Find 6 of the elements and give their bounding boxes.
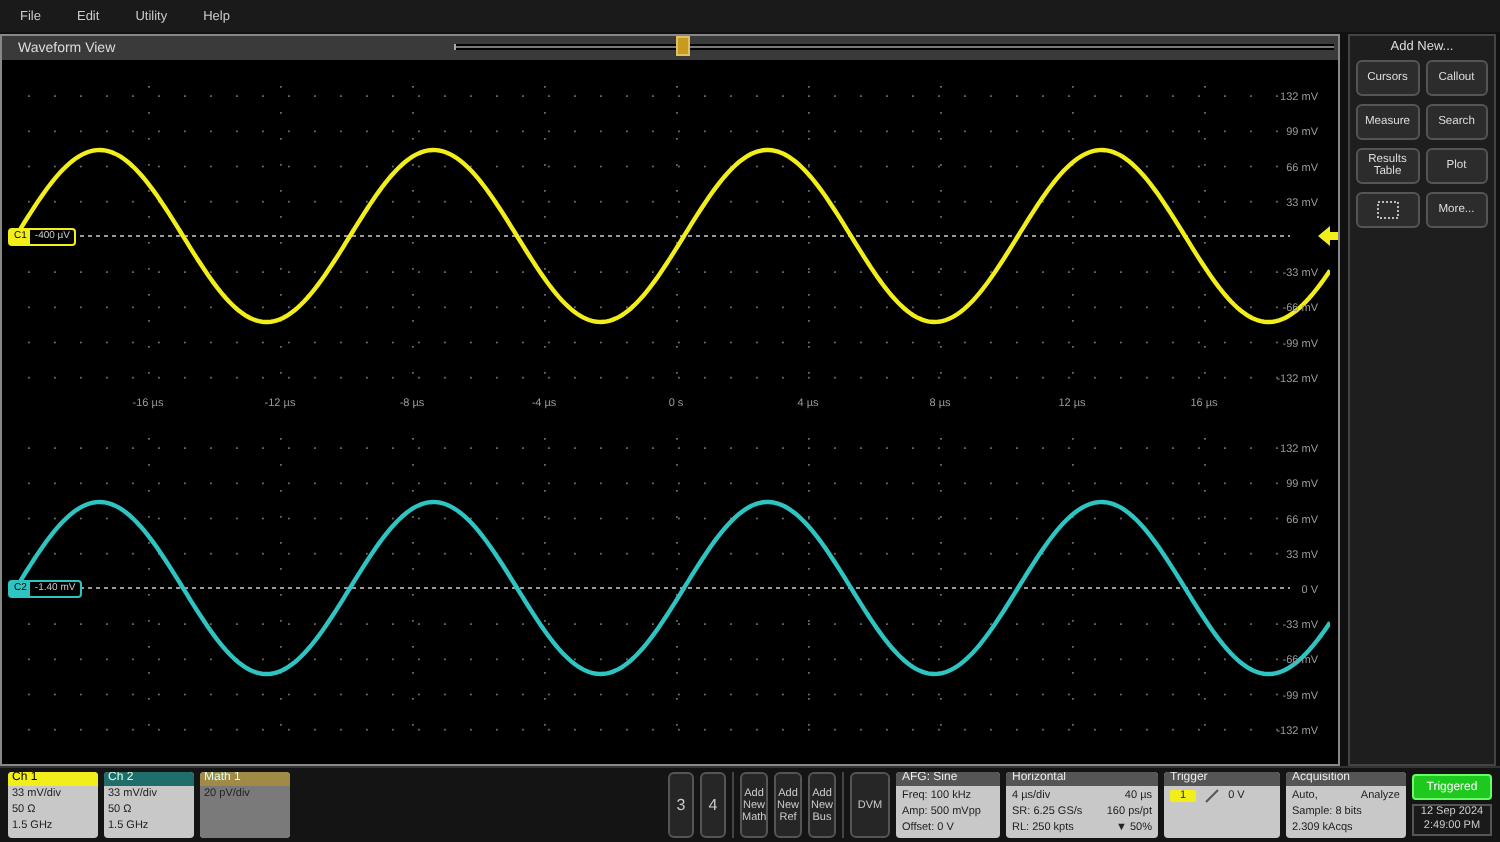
trigger-level-icon[interactable]: [1318, 226, 1338, 246]
add-item-button[interactable]: [1356, 192, 1419, 228]
rising-edge-icon: [1204, 788, 1221, 804]
trigger-position-icon[interactable]: [675, 36, 690, 56]
channel-button[interactable]: 4: [700, 772, 726, 838]
channel-button[interactable]: 3: [668, 772, 694, 838]
